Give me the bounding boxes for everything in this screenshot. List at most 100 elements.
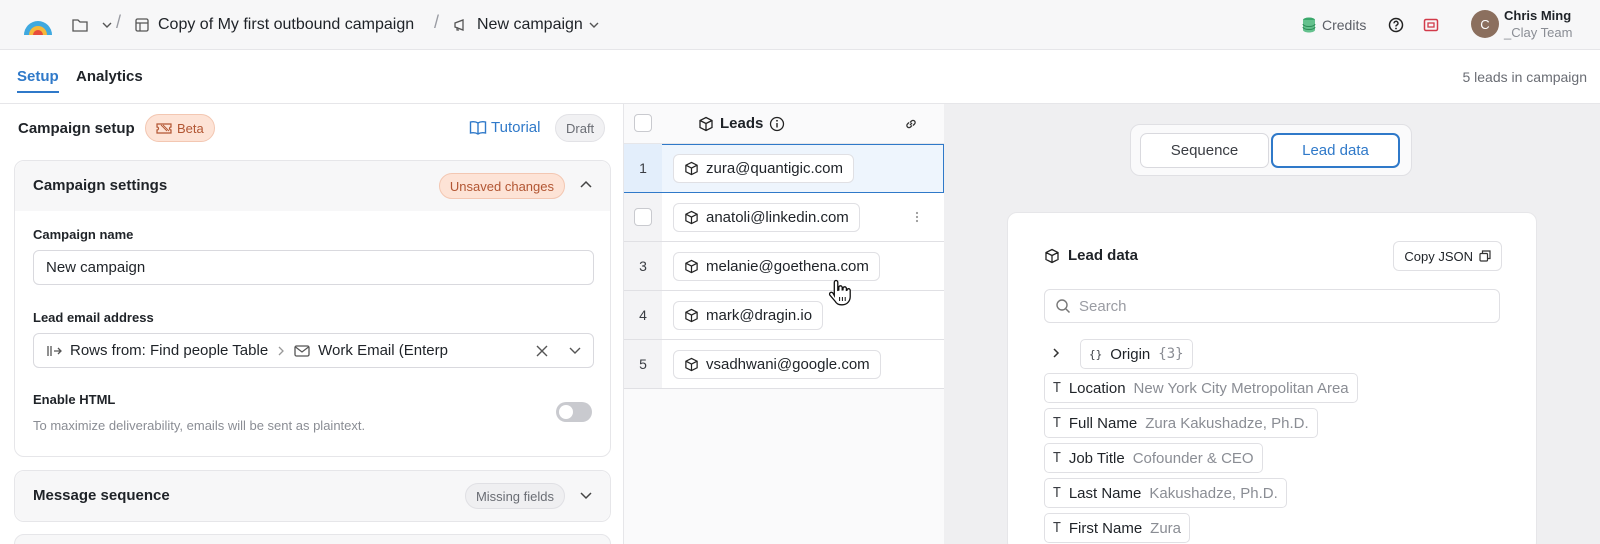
lead-email-select[interactable]: Rows from: Find people Table Work Email … [33,333,594,368]
campaign-setup-panel: Campaign setup Beta Tutorial Draft Campa… [0,104,624,544]
credits-button[interactable]: Credits [1302,0,1366,50]
field-value: Kakushadze, Ph.D. [1149,484,1278,502]
help-icon [1388,17,1404,33]
lead-data-title: Lead data [1044,247,1138,264]
field-key: Location [1068,379,1126,397]
search-placeholder: Search [1079,297,1127,315]
lead-email-label: Lead email address [33,310,154,325]
lead-field-first-name[interactable]: T First Name Zura [1044,513,1191,543]
lead-email-chip[interactable]: vsadhwani@google.com [673,350,881,379]
enable-html-help: To maximize deliverability, emails will … [33,418,366,433]
folder-icon [72,19,88,32]
search-icon [1056,299,1071,314]
table-row[interactable]: 3 melanie@goethena.com [624,242,944,291]
missing-fields-badge: Missing fields [464,483,565,509]
table-row[interactable]: anatoli@linkedin.com [624,193,944,242]
lead-field-location[interactable]: T Location New York City Metropolitan Ar… [1044,373,1358,403]
user-team: _Clay Team [1504,25,1573,40]
text-type-icon: T [1053,520,1061,536]
origin-count: {3} [1158,346,1184,362]
chevron-right-icon[interactable] [1050,347,1062,359]
tutorial-link[interactable]: Tutorial [469,119,540,136]
field-key: Job Title [1068,449,1125,467]
lead-data-toggle-button[interactable]: Lead data [1271,133,1400,168]
lead-data-panel: Sequence Lead data Lead data Copy JSON S… [944,104,1600,544]
tabs-bar: Setup Analytics 5 leads in campaign [0,50,1600,104]
field-value: Zura [1150,519,1182,537]
table-row[interactable]: 4 mark@dragin.io [624,291,944,340]
unsaved-changes-badge: Unsaved changes [438,173,565,199]
copy-json-label: Copy JSON [1404,248,1473,264]
chevron-down-icon [102,22,112,28]
view-toggle: Sequence Lead data [1130,124,1412,176]
table-icon [135,18,149,32]
tab-analytics[interactable]: Analytics [76,68,143,85]
breadcrumb-separator: / [116,12,122,32]
breadcrumb-separator: / [434,12,440,32]
lead-field-last-name[interactable]: T Last Name Kakushadze, Ph.D. [1044,478,1287,508]
user-name[interactable]: Chris Ming [1504,8,1571,23]
status-badge: Draft [555,114,606,142]
link-icon[interactable] [904,117,918,131]
lead-email-chip[interactable]: melanie@goethena.com [673,252,880,281]
copy-icon [1479,250,1491,262]
field-value: Zura Kakushadze, Ph.D. [1145,414,1309,432]
row-index [624,193,662,241]
text-type-icon: T [1053,380,1061,396]
mail-icon [294,344,310,357]
cube-icon [1045,248,1059,263]
help-button[interactable] [1388,0,1404,50]
enable-html-toggle[interactable] [556,402,592,422]
setup-title: Campaign setup [18,120,135,137]
lead-count: 5 leads in campaign [1462,69,1587,85]
chevron-up-icon[interactable] [580,179,592,191]
tutorial-label: Tutorial [491,119,541,136]
breadcrumb-table[interactable]: Copy of My first outbound campaign [134,0,414,50]
campaign-settings-header[interactable]: Campaign settings Unsaved changes [15,161,610,211]
sequence-toggle-button[interactable]: Sequence [1140,133,1269,168]
clear-icon[interactable] [535,344,549,358]
row-checkbox[interactable] [634,208,652,226]
breadcrumb-campaign[interactable]: New campaign [453,0,599,50]
folder-dropdown[interactable] [72,0,112,50]
chevron-down-icon[interactable] [580,489,592,501]
cube-icon [685,259,698,274]
more-options-icon[interactable] [915,211,919,223]
leads-title: Leads [698,115,785,132]
lead-email: melanie@goethena.com [706,258,869,275]
field-key: Last Name [1068,484,1142,502]
tab-setup[interactable]: Setup [17,68,59,93]
campaign-name-input[interactable]: New campaign [33,250,594,285]
lead-email-chip[interactable]: mark@dragin.io [673,301,824,330]
credits-label: Credits [1322,17,1367,33]
table-row[interactable]: 5 vsadhwani@google.com [624,340,944,389]
table-row[interactable]: 1 zura@quantigic.com [624,144,944,193]
leads-header: Leads [624,104,944,144]
clay-logo-icon[interactable] [22,11,54,37]
lead-email-chip[interactable]: zura@quantigic.com [673,154,854,183]
inbox-button[interactable] [1423,0,1439,50]
info-icon[interactable] [769,116,785,132]
lead-email: zura@quantigic.com [706,160,843,177]
lead-email-chip[interactable]: anatoli@linkedin.com [673,203,860,232]
chevron-down-icon[interactable] [569,346,581,356]
campaign-icon [454,19,464,31]
lead-data-card: Lead data Copy JSON Search {} Origin {3}… [1007,212,1537,544]
row-index: 5 [624,340,662,388]
lead-data-search[interactable]: Search [1044,289,1500,323]
beta-label: Beta [177,120,204,136]
select-all-checkbox[interactable] [634,114,652,132]
campaign-settings-title: Campaign settings [33,177,168,194]
origin-object[interactable]: {} Origin {3} [1080,339,1193,369]
campaign-name-label: Campaign name [33,227,134,242]
message-sequence-header[interactable]: Message sequence Missing fields [15,471,610,521]
text-type-icon: T [1053,485,1061,501]
email-source-label: Rows from: Find people Table [70,342,269,359]
lead-field-full-name[interactable]: T Full Name Zura Kakushadze, Ph.D. [1044,408,1318,438]
breadcrumb-campaign-label: New campaign [477,16,583,33]
next-section-card[interactable] [14,534,611,544]
row-index: 4 [624,291,662,339]
copy-json-button[interactable]: Copy JSON [1393,241,1502,271]
avatar[interactable]: C [1471,10,1499,38]
lead-field-job-title[interactable]: T Job Title Cofounder & CEO [1044,443,1263,473]
